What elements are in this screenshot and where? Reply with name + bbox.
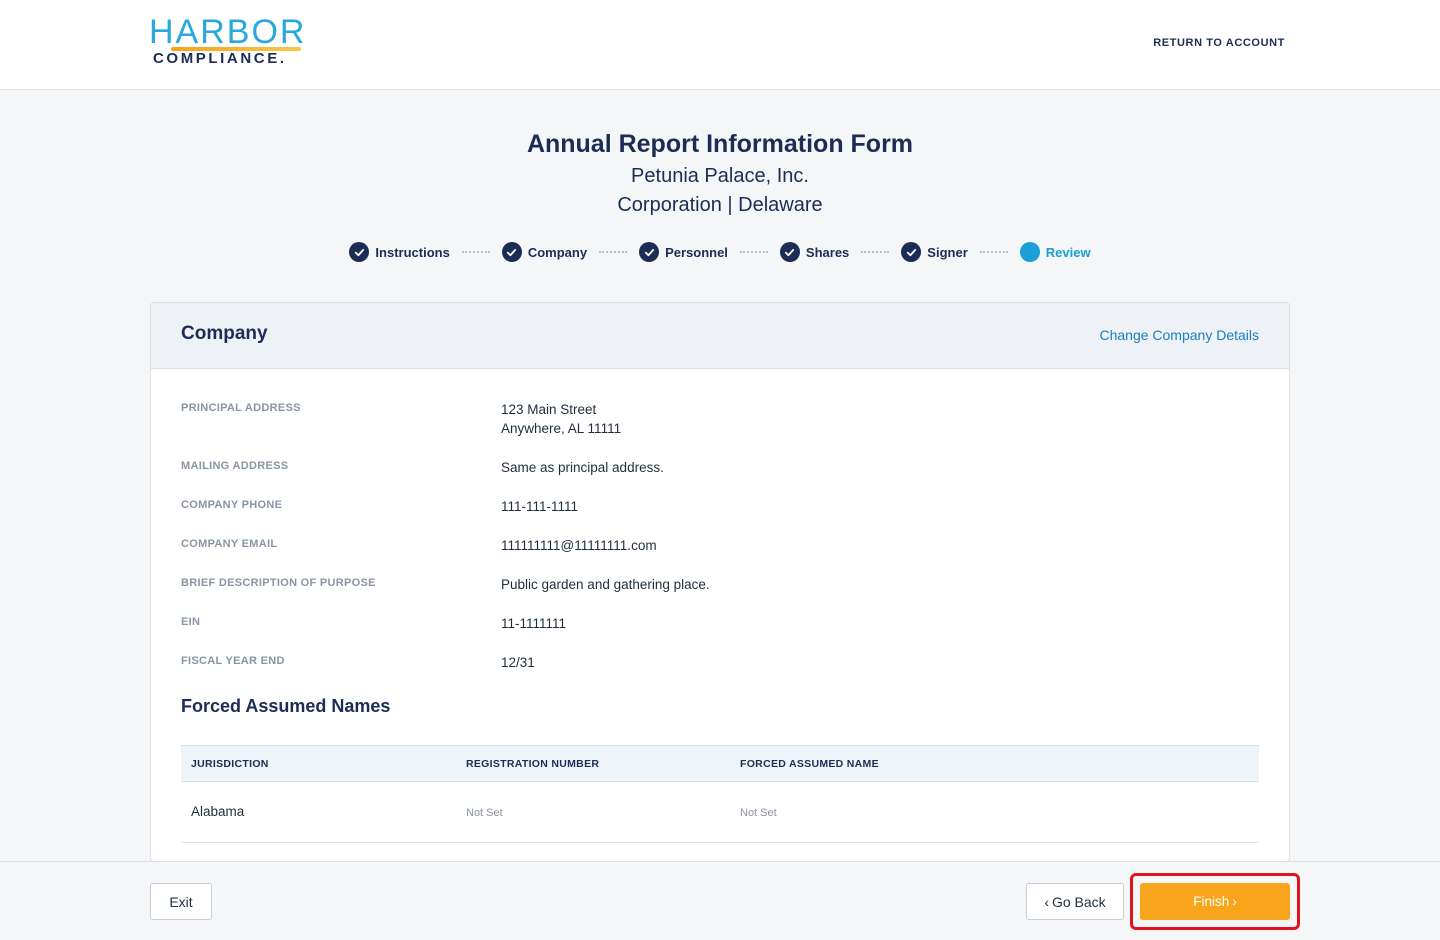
field-value: 123 Main Street Anywhere, AL 11111	[501, 400, 621, 438]
step-label: Personnel	[665, 244, 728, 260]
entity-type: Corporation | Delaware	[617, 194, 823, 216]
address-line-1: 123 Main Street	[501, 402, 597, 417]
field-value: 12/31	[501, 655, 535, 670]
field-value: 111-111-1111	[501, 499, 579, 514]
step-personnel[interactable]: Personnel	[639, 242, 728, 262]
form-header: Annual Report Information Form Petunia P…	[0, 126, 1440, 220]
change-company-details-link[interactable]: Change Company Details	[1099, 327, 1259, 343]
check-icon	[779, 242, 800, 262]
logo-text-compliance: COMPLIANCE.	[153, 50, 287, 67]
step-divider	[599, 251, 628, 253]
field-value: 11-1111111	[501, 616, 567, 631]
step-label: Signer	[927, 244, 968, 260]
step-label: Shares	[805, 244, 850, 260]
finish-label: Finish	[1193, 894, 1230, 909]
field-label: EIN	[181, 616, 201, 628]
chevron-right-icon: ›	[1232, 894, 1237, 909]
field-value: Public garden and gathering place.	[501, 577, 710, 592]
step-signer[interactable]: Signer	[901, 242, 968, 262]
forced-assumed-names-title: Forced Assumed Names	[181, 696, 391, 716]
check-icon	[349, 242, 370, 262]
check-icon	[501, 242, 522, 262]
current-step-dot-icon	[1019, 242, 1040, 262]
company-review-card: Company Change Company Details PRINCIPAL…	[150, 302, 1290, 862]
jurisdiction-cell: Alabama	[191, 804, 245, 819]
step-label: Instructions	[375, 244, 450, 260]
column-header-jurisdiction: JURISDICTION	[191, 758, 269, 770]
finish-button[interactable]: Finish ›	[1140, 883, 1290, 920]
step-shares[interactable]: Shares	[779, 242, 850, 262]
forced-assumed-name-cell: Not Set	[740, 807, 777, 819]
step-divider	[861, 251, 890, 253]
field-value: Same as principal address.	[501, 460, 664, 475]
exit-button[interactable]: Exit	[150, 883, 212, 920]
field-label: BRIEF DESCRIPTION OF PURPOSE	[181, 577, 376, 589]
go-back-label: Go Back	[1051, 893, 1106, 910]
address-line-2: Anywhere, AL 11111	[501, 421, 622, 436]
field-label: COMPANY EMAIL	[181, 538, 278, 550]
check-icon	[639, 242, 660, 262]
field-label: COMPANY PHONE	[181, 499, 283, 511]
harbor-compliance-logo[interactable]: HARBOR COMPLIANCE.	[149, 14, 309, 74]
company-name: Petunia Palace, Inc.	[631, 165, 809, 187]
step-instructions[interactable]: Instructions	[349, 242, 450, 262]
top-bar: HARBOR COMPLIANCE. RETURN TO ACCOUNT	[0, 0, 1440, 90]
logo-swoosh	[171, 47, 301, 51]
footer-bar: Exit ‹ Go Back Finish ›	[0, 861, 1440, 940]
card-title: Company	[181, 323, 268, 344]
return-to-account-link[interactable]: RETURN TO ACCOUNT	[1153, 37, 1285, 49]
step-divider	[739, 251, 768, 253]
progress-stepper: Instructions Company Personnel Shares Si…	[0, 240, 1440, 264]
step-label: Review	[1045, 244, 1091, 260]
check-icon	[901, 242, 922, 262]
step-divider	[461, 251, 490, 253]
column-header-forced-assumed-name: FORCED ASSUMED NAME	[740, 758, 879, 770]
field-label: MAILING ADDRESS	[181, 460, 289, 472]
chevron-left-icon: ‹	[1044, 893, 1049, 910]
table-row: Alabama Not Set Not Set	[181, 782, 1259, 843]
table-header: JURISDICTION REGISTRATION NUMBER FORCED …	[181, 745, 1259, 782]
field-label: FISCAL YEAR END	[181, 655, 285, 667]
field-value: 111111111@11111111.com	[501, 538, 657, 553]
step-company[interactable]: Company	[501, 242, 588, 262]
step-label: Company	[527, 244, 588, 260]
go-back-button[interactable]: ‹ Go Back	[1026, 883, 1124, 920]
column-header-registration-number: REGISTRATION NUMBER	[466, 758, 600, 770]
forced-assumed-names-table: JURISDICTION REGISTRATION NUMBER FORCED …	[181, 745, 1259, 843]
registration-number-cell: Not Set	[466, 807, 503, 819]
logo-text-harbor: HARBOR	[149, 13, 307, 51]
step-divider	[979, 251, 1008, 253]
card-header: Company Change Company Details	[151, 303, 1289, 369]
step-review[interactable]: Review	[1019, 242, 1091, 262]
page-title: Annual Report Information Form	[526, 130, 914, 158]
field-label: PRINCIPAL ADDRESS	[181, 402, 301, 414]
